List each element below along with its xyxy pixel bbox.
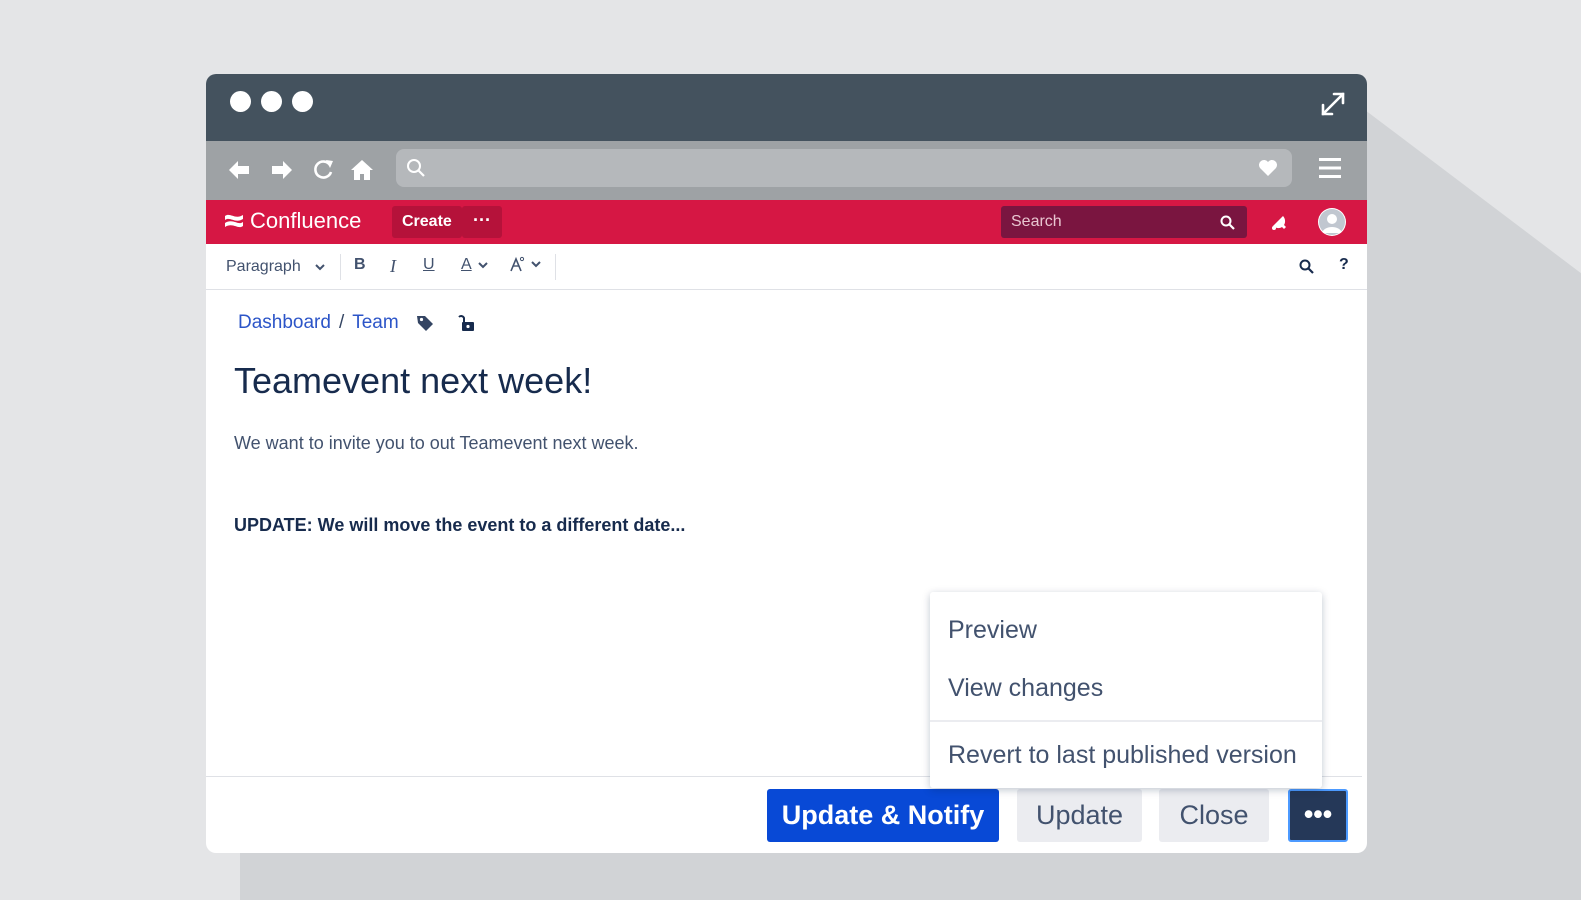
page-title[interactable]: Teamevent next week! (234, 360, 592, 402)
window-dot-close[interactable] (230, 91, 251, 112)
confluence-logo[interactable]: Confluence (224, 208, 361, 234)
paragraph-label: Paragraph (226, 258, 301, 275)
browser-nav-bar (206, 141, 1367, 200)
text-color-label: A (461, 256, 472, 273)
update-paragraph[interactable]: UPDATE: We will move the event to a diff… (234, 515, 685, 536)
breadcrumb-dashboard[interactable]: Dashboard (238, 312, 331, 334)
header-more-button[interactable]: ··· (462, 206, 502, 238)
paragraph-style-select[interactable]: Paragraph (226, 258, 325, 276)
title-bar (206, 74, 1367, 141)
app-name: Confluence (250, 208, 362, 233)
text-style-button[interactable] (509, 256, 541, 272)
label-tag-icon[interactable] (415, 313, 435, 333)
confluence-logo-icon (225, 214, 243, 228)
breadcrumb: Dashboard / Team (238, 312, 477, 334)
menu-item-view-changes[interactable]: View changes (948, 674, 1103, 703)
breadcrumb-team[interactable]: Team (352, 312, 398, 334)
chevron-down-icon (477, 262, 488, 269)
clear-format-icon (510, 256, 525, 272)
bold-button[interactable]: B (354, 256, 366, 274)
url-bar[interactable] (396, 149, 1292, 187)
forward-arrow-icon[interactable] (269, 157, 295, 183)
underline-button[interactable]: U (423, 256, 435, 274)
dropdown-divider (930, 720, 1322, 722)
search-placeholder: Search (1011, 213, 1062, 230)
close-button[interactable]: Close (1159, 789, 1269, 842)
browser-window: Confluence Create ··· Search Paragraph B… (206, 74, 1367, 853)
toolbar-divider (555, 254, 556, 280)
avatar[interactable] (1318, 208, 1346, 236)
chevron-down-icon (315, 264, 325, 271)
confluence-header: Confluence Create ··· Search (206, 200, 1367, 244)
back-arrow-icon[interactable] (226, 157, 252, 183)
update-button[interactable]: Update (1017, 789, 1142, 842)
body-paragraph[interactable]: We want to invite you to out Teamevent n… (234, 433, 639, 454)
home-icon[interactable] (349, 157, 375, 183)
user-icon (1319, 209, 1345, 235)
more-options-button[interactable]: ••• (1288, 789, 1348, 842)
editor-toolbar: Paragraph B I U A ? (206, 244, 1367, 290)
update-notify-button[interactable]: Update & Notify (767, 789, 999, 842)
notification-icon[interactable] (1269, 212, 1289, 232)
search-icon (1220, 215, 1235, 230)
text-color-button[interactable]: A (461, 256, 488, 274)
italic-button[interactable]: I (390, 256, 396, 277)
breadcrumb-separator: / (338, 312, 345, 333)
more-options-dropdown: Preview View changes Revert to last publ… (930, 592, 1322, 788)
find-icon[interactable] (1299, 259, 1314, 274)
menu-item-preview[interactable]: Preview (948, 616, 1037, 645)
window-dot-minimize[interactable] (261, 91, 282, 112)
menu-icon[interactable] (1317, 155, 1343, 181)
expand-icon[interactable] (1319, 90, 1347, 118)
search-icon (407, 159, 425, 177)
window-dot-maximize[interactable] (292, 91, 313, 112)
create-button[interactable]: Create (392, 206, 462, 238)
reload-icon[interactable] (310, 157, 336, 183)
search-input[interactable]: Search (1001, 206, 1247, 238)
menu-item-revert[interactable]: Revert to last published version (948, 741, 1297, 770)
heart-icon[interactable] (1258, 158, 1278, 178)
help-button[interactable]: ? (1339, 256, 1349, 274)
unlock-icon[interactable] (457, 313, 477, 333)
chevron-down-icon (531, 261, 541, 268)
toolbar-divider (340, 254, 341, 280)
